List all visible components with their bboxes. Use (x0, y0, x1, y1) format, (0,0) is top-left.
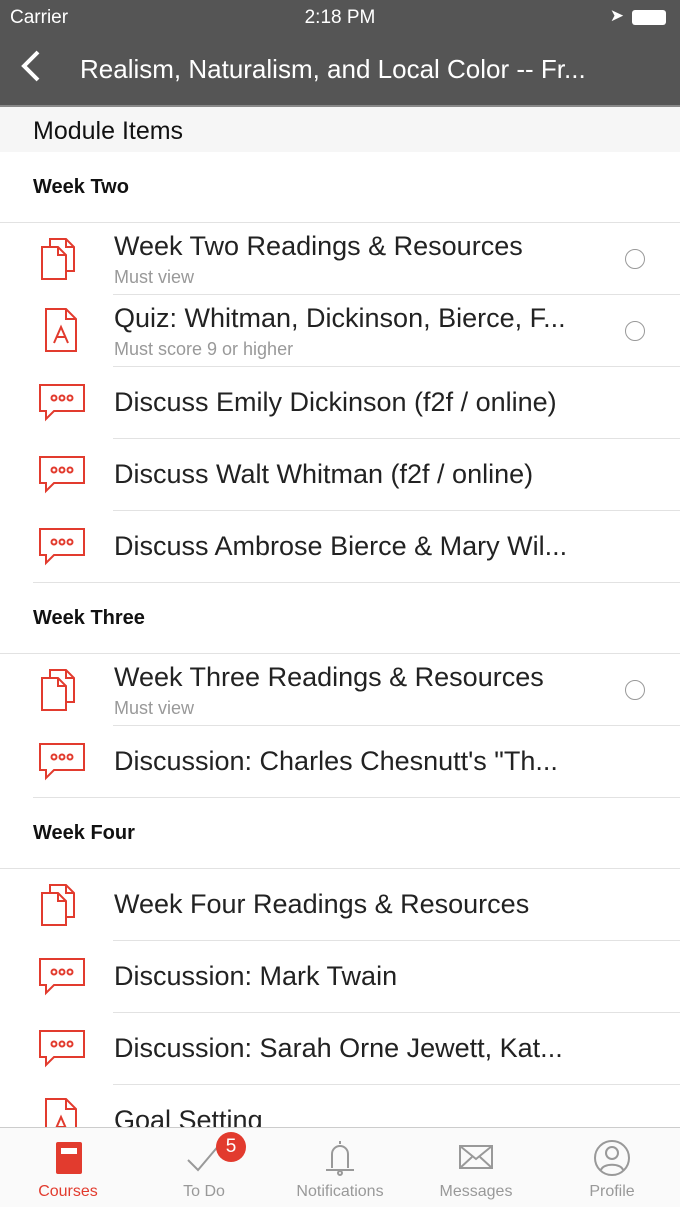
item-title: Discussion: Sarah Orne Jewett, Kat... (114, 1033, 563, 1063)
discussion-icon (38, 953, 86, 1001)
module-list[interactable]: Week Two Week Two Readings & Resources M… (0, 152, 680, 1127)
item-title: Week Three Readings & Resources (114, 662, 544, 692)
discussion-icon (38, 451, 86, 499)
item-requirement: Must view (114, 267, 195, 287)
clock: 2:18 PM (304, 7, 376, 28)
module-item[interactable]: Discussion: Sarah Orne Jewett, Kat... (0, 1013, 680, 1085)
tab-messages[interactable]: Messages (408, 1128, 544, 1207)
quiz-icon (38, 1097, 86, 1127)
tab-label: Courses (38, 1183, 98, 1200)
item-title: Discuss Ambrose Bierce & Mary Wil... (114, 531, 568, 561)
back-button[interactable] (16, 46, 46, 93)
module-item[interactable]: Week Two Readings & Resources Must view (0, 223, 680, 295)
completion-circle-icon (625, 249, 645, 269)
module-item[interactable]: Quiz: Whitman, Dickinson, Bierce, F... M… (0, 295, 680, 367)
tab-label: Messages (439, 1183, 513, 1200)
todo-count-badge: 5 (216, 1132, 246, 1162)
section-title: Week Two (33, 176, 129, 198)
section-header: Week Three (0, 583, 680, 654)
discussion-icon (38, 1025, 86, 1073)
item-requirement: Must score 9 or higher (114, 339, 294, 359)
module-item[interactable]: Goal Setting (0, 1085, 680, 1127)
item-title: Discuss Emily Dickinson (f2f / online) (114, 387, 557, 417)
module-item[interactable]: Discuss Ambrose Bierce & Mary Wil... (0, 511, 680, 583)
module-item[interactable]: Week Four Readings & Resources (0, 869, 680, 941)
section-title: Week Three (33, 607, 145, 629)
module-items-header: Module Items (0, 105, 680, 152)
tab-label: Profile (589, 1183, 635, 1200)
module-item[interactable]: Discuss Walt Whitman (f2f / online) (0, 439, 680, 511)
battery-icon (632, 10, 666, 25)
tab-bar: Courses 5 To Do Notifications Messages P… (0, 1127, 680, 1207)
discussion-icon (38, 523, 86, 571)
page-title: Realism, Naturalism, and Local Color -- … (80, 54, 586, 84)
item-title: Discuss Walt Whitman (f2f / online) (114, 459, 534, 489)
discussion-icon (38, 738, 86, 786)
completion-circle-icon (625, 680, 645, 700)
tab-profile[interactable]: Profile (544, 1128, 680, 1207)
item-title: Discussion: Mark Twain (114, 961, 398, 991)
tab-notifications[interactable]: Notifications (272, 1128, 408, 1207)
tab-label: To Do (183, 1183, 225, 1200)
page-icon (38, 235, 86, 283)
section-header: Week Four (0, 798, 680, 869)
module-items-title: Module Items (33, 117, 184, 145)
module-item[interactable]: Discussion: Charles Chesnutt's "Th... (0, 726, 680, 798)
quiz-icon (38, 307, 86, 355)
module-item[interactable]: Week Three Readings & Resources Must vie… (0, 654, 680, 726)
status-bar: Carrier 2:18 PM ➤ (0, 0, 680, 34)
item-title: Week Two Readings & Resources (114, 231, 523, 261)
module-item[interactable]: Discussion: Mark Twain (0, 941, 680, 1013)
section-title: Week Four (33, 822, 135, 844)
item-requirement: Must view (114, 698, 195, 718)
item-title: Quiz: Whitman, Dickinson, Bierce, F... (114, 303, 566, 333)
tab-label: Notifications (296, 1183, 384, 1200)
module-item[interactable]: Discuss Emily Dickinson (f2f / online) (0, 367, 680, 439)
discussion-icon (38, 379, 86, 427)
location-icon: ➤ (609, 6, 624, 25)
page-icon (38, 666, 86, 714)
item-title: Week Four Readings & Resources (114, 889, 530, 919)
tab-courses[interactable]: Courses (0, 1128, 136, 1207)
nav-bar: Realism, Naturalism, and Local Color -- … (0, 34, 680, 105)
section-header: Week Two (0, 152, 680, 223)
completion-circle-icon (625, 321, 645, 341)
tab-to-do[interactable]: 5 To Do (136, 1128, 272, 1207)
item-title: Goal Setting (114, 1105, 263, 1127)
page-icon (38, 881, 86, 929)
item-title: Discussion: Charles Chesnutt's "Th... (114, 746, 558, 776)
